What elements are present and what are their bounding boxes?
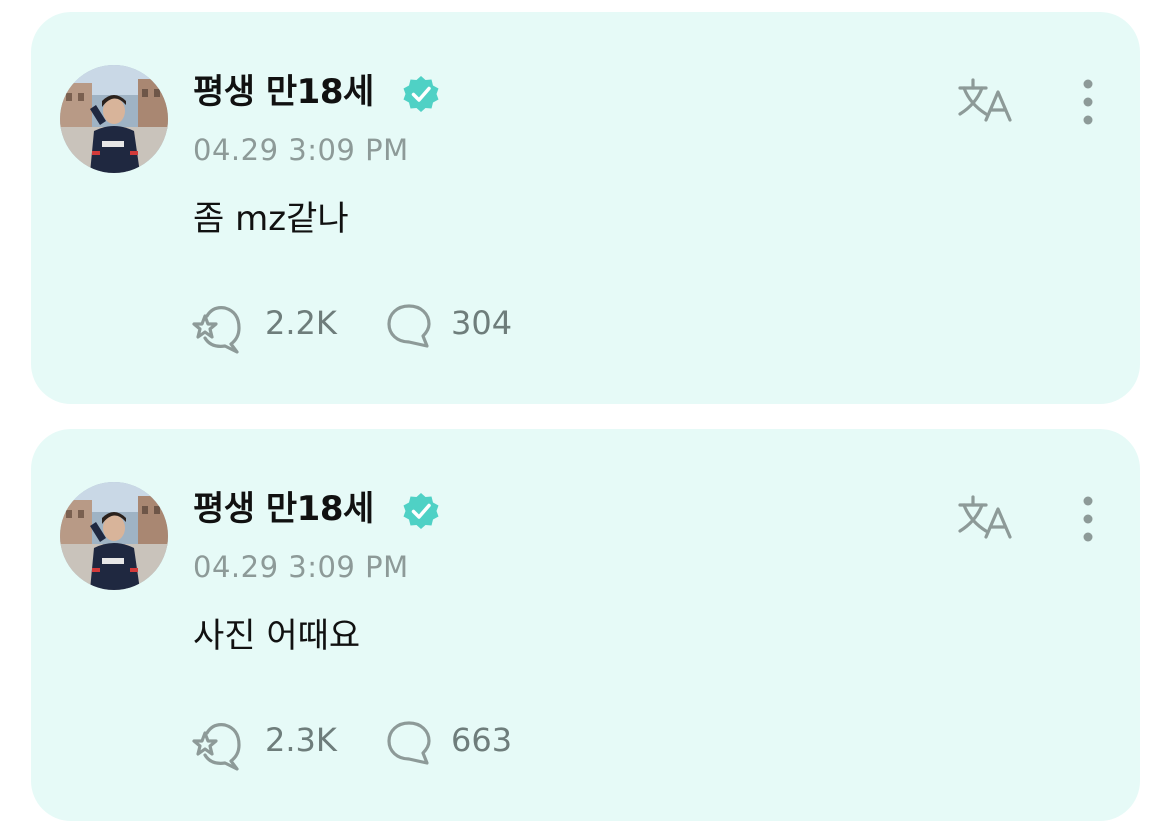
author-name[interactable]: 평생 만18세 xyxy=(193,70,374,114)
comment-count: 663 xyxy=(451,721,513,759)
translate-icon[interactable] xyxy=(956,74,1018,126)
post-text: 좀 mz같나 xyxy=(193,199,349,239)
avatar[interactable] xyxy=(60,482,168,590)
reaction-count: 2.3K xyxy=(265,721,337,759)
avatar[interactable] xyxy=(60,65,168,173)
timestamp: 04.29 3:09 PM xyxy=(193,550,409,584)
comment-icon[interactable] xyxy=(385,302,433,350)
reaction-icon[interactable] xyxy=(191,717,247,773)
reaction-count: 2.2K xyxy=(265,304,337,342)
post-text: 사진 어때요 xyxy=(193,616,361,656)
comment-count: 304 xyxy=(451,304,513,342)
verified-icon xyxy=(401,491,441,531)
more-icon[interactable] xyxy=(1071,76,1105,128)
reaction-icon[interactable] xyxy=(191,300,247,356)
more-icon[interactable] xyxy=(1071,493,1105,545)
author-name[interactable]: 평생 만18세 xyxy=(193,487,374,531)
timestamp: 04.29 3:09 PM xyxy=(193,133,409,167)
translate-icon[interactable] xyxy=(956,491,1018,543)
post-card[interactable]: 평생 만18세 04.29 3:09 PM 좀 mz같나 2.2K 304 xyxy=(31,12,1140,404)
verified-icon xyxy=(401,74,441,114)
post-card[interactable]: 평생 만18세 04.29 3:09 PM 사진 어때요 2.3K 663 xyxy=(31,429,1140,821)
comment-icon[interactable] xyxy=(385,719,433,767)
